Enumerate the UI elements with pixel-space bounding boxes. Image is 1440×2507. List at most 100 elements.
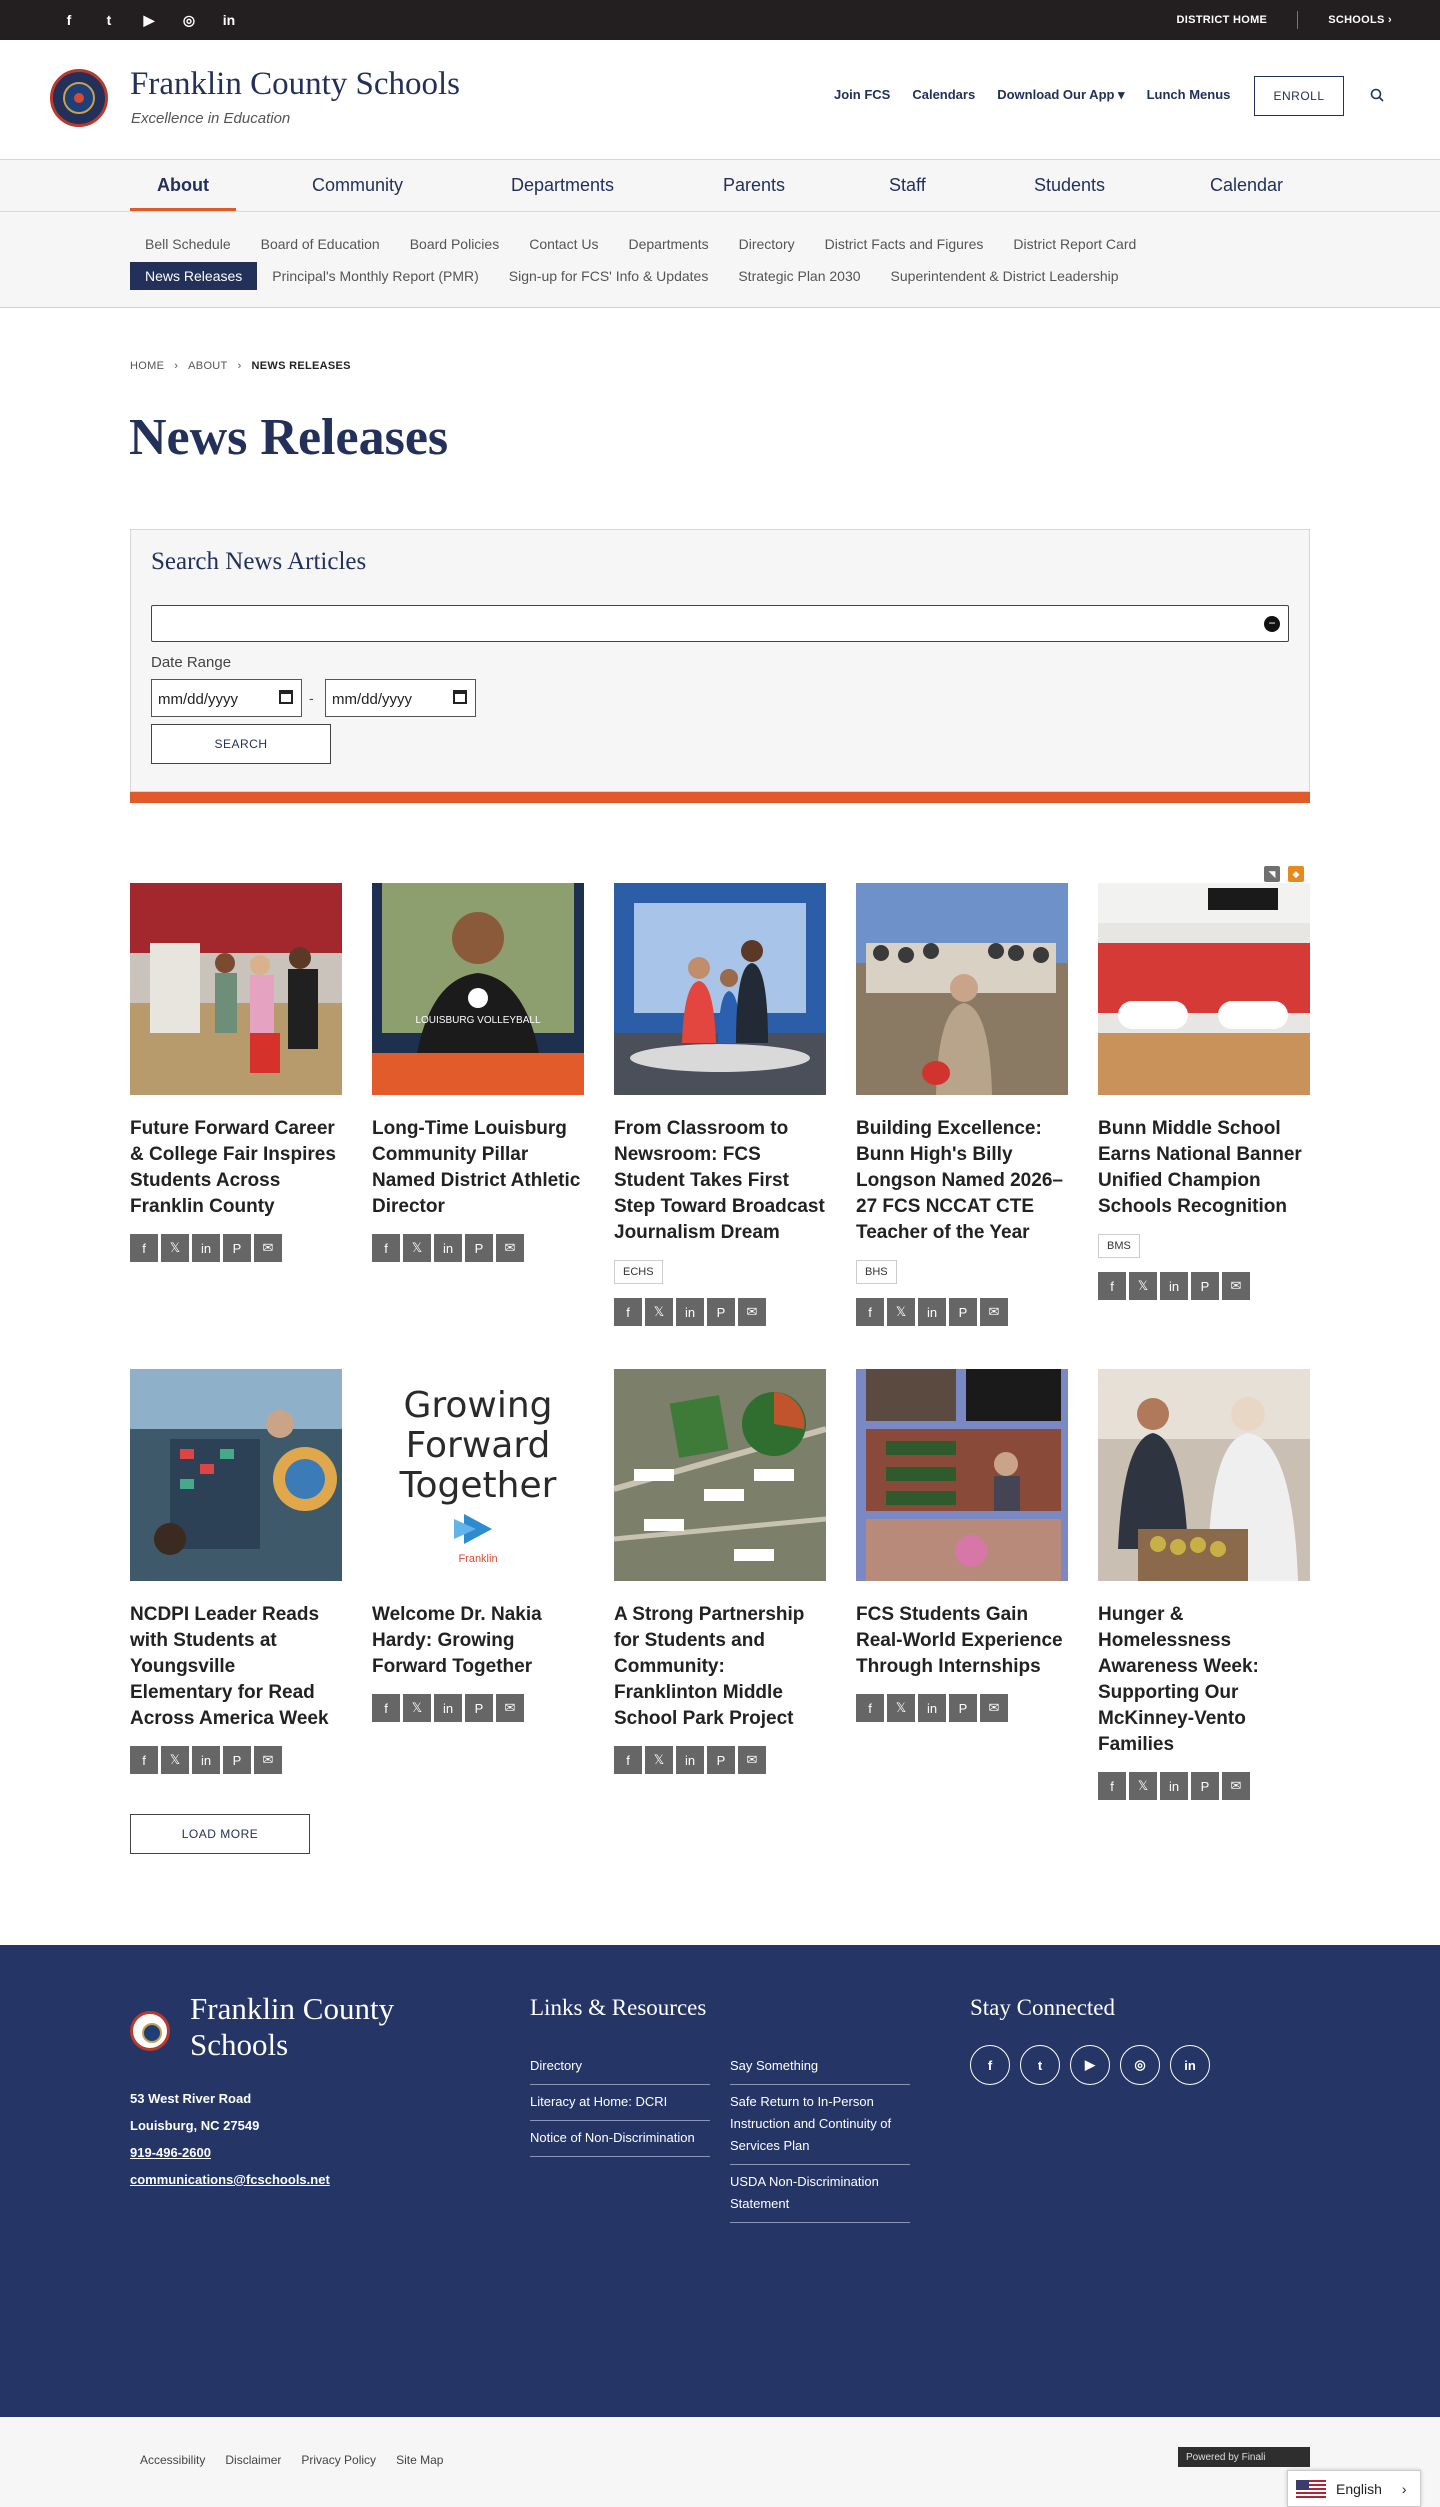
article-image[interactable] xyxy=(130,1369,342,1581)
article-image[interactable] xyxy=(856,883,1068,1095)
x-icon[interactable]: 𝕏 xyxy=(403,1694,431,1722)
school-tag[interactable]: ECHS xyxy=(614,1260,663,1284)
x-icon[interactable]: 𝕏 xyxy=(161,1746,189,1774)
nav-parents[interactable]: Parents xyxy=(723,160,785,210)
email-icon[interactable]: ✉ xyxy=(1222,1772,1250,1800)
nav-community[interactable]: Community xyxy=(312,160,403,210)
subnav-district-facts[interactable]: District Facts and Figures xyxy=(810,236,999,252)
email-icon[interactable]: ✉ xyxy=(496,1694,524,1722)
language-selector[interactable]: English › xyxy=(1287,2470,1421,2507)
linkedin-icon[interactable]: in xyxy=(434,1234,462,1262)
email-icon[interactable]: ✉ xyxy=(254,1746,282,1774)
nav-staff[interactable]: Staff xyxy=(889,160,926,210)
subnav-directory[interactable]: Directory xyxy=(724,236,810,252)
search-button[interactable]: SEARCH xyxy=(151,724,331,764)
x-icon[interactable]: 𝕏 xyxy=(887,1694,915,1722)
disclaimer-link[interactable]: Disclaimer xyxy=(225,2453,281,2467)
district-logo[interactable] xyxy=(50,69,108,127)
pinterest-icon[interactable]: P xyxy=(223,1746,251,1774)
subnav-superintendent[interactable]: Superintendent & District Leadership xyxy=(876,268,1134,284)
facebook-icon[interactable]: f xyxy=(614,1746,642,1774)
twitter-icon[interactable]: t xyxy=(1020,2045,1060,2085)
nav-students[interactable]: Students xyxy=(1034,160,1105,210)
article-card[interactable]: Bunn Middle School Earns National Banner… xyxy=(1098,883,1310,1300)
schools-dropdown[interactable]: SCHOOLS › xyxy=(1328,14,1392,26)
calendar-icon[interactable] xyxy=(453,690,467,704)
facebook-icon[interactable]: f xyxy=(372,1234,400,1262)
email-icon[interactable]: ✉ xyxy=(738,1298,766,1326)
enroll-button[interactable]: ENROLL xyxy=(1254,76,1344,116)
article-title[interactable]: A Strong Partnership for Students and Co… xyxy=(614,1602,826,1732)
subnav-district-report-card[interactable]: District Report Card xyxy=(998,236,1151,252)
subnav-signup-updates[interactable]: Sign-up for FCS' Info & Updates xyxy=(494,268,724,284)
x-icon[interactable]: 𝕏 xyxy=(161,1234,189,1262)
article-card[interactable]: A Strong Partnership for Students and Co… xyxy=(614,1369,826,1774)
subnav-bell-schedule[interactable]: Bell Schedule xyxy=(130,236,246,252)
article-card[interactable]: From Classroom to Newsroom: FCS Student … xyxy=(614,883,826,1326)
school-tag[interactable]: BMS xyxy=(1098,1234,1140,1258)
download-app-dropdown[interactable]: Download Our App ▾ xyxy=(997,87,1124,103)
pinterest-icon[interactable]: P xyxy=(707,1746,735,1774)
site-name[interactable]: Franklin County Schools xyxy=(130,66,460,103)
article-card[interactable]: Future Forward Career & College Fair Ins… xyxy=(130,883,342,1262)
rss-icon[interactable]: ◥ xyxy=(1264,866,1280,882)
article-image[interactable]: Growing Forward Together Franklin xyxy=(372,1369,584,1581)
facebook-icon[interactable]: f xyxy=(614,1298,642,1326)
linkedin-icon[interactable]: in xyxy=(676,1298,704,1326)
subnav-board-policies[interactable]: Board Policies xyxy=(395,236,515,252)
article-image[interactable] xyxy=(130,883,342,1095)
phone-link[interactable]: 919-496-2600 xyxy=(130,2139,330,2166)
article-title[interactable]: Building Excellence: Bunn High's Billy L… xyxy=(856,1116,1068,1246)
nav-about[interactable]: About xyxy=(157,160,209,210)
notification-bell-icon[interactable]: ◆ xyxy=(1288,866,1304,882)
calendars-link[interactable]: Calendars xyxy=(912,87,975,103)
article-image[interactable] xyxy=(1098,1369,1310,1581)
email-icon[interactable]: ✉ xyxy=(738,1746,766,1774)
article-image[interactable] xyxy=(1098,883,1310,1095)
facebook-icon[interactable]: f xyxy=(856,1694,884,1722)
article-card[interactable]: Growing Forward Together Franklin Welcom… xyxy=(372,1369,584,1722)
footer-link-non-discrimination[interactable]: Notice of Non-Discrimination xyxy=(530,2121,710,2157)
pinterest-icon[interactable]: P xyxy=(949,1694,977,1722)
article-title[interactable]: Future Forward Career & College Fair Ins… xyxy=(130,1116,342,1220)
facebook-icon[interactable]: f xyxy=(130,1746,158,1774)
privacy-policy-link[interactable]: Privacy Policy xyxy=(301,2453,376,2467)
article-title[interactable]: Hunger & Homelessness Awareness Week: Su… xyxy=(1098,1602,1310,1758)
site-map-link[interactable]: Site Map xyxy=(396,2453,443,2467)
subnav-board-of-education[interactable]: Board of Education xyxy=(246,236,395,252)
footer-link-directory[interactable]: Directory xyxy=(530,2049,710,2085)
instagram-icon[interactable]: ◎ xyxy=(180,12,198,29)
linkedin-icon[interactable]: in xyxy=(1160,1272,1188,1300)
article-card[interactable]: NCDPI Leader Reads with Students at Youn… xyxy=(130,1369,342,1774)
x-icon[interactable]: 𝕏 xyxy=(887,1298,915,1326)
article-title[interactable]: FCS Students Gain Real-World Experience … xyxy=(856,1602,1068,1680)
footer-link-usda[interactable]: USDA Non-Discrimination Statement xyxy=(730,2165,910,2223)
accessibility-link[interactable]: Accessibility xyxy=(140,2453,205,2467)
facebook-icon[interactable]: f xyxy=(970,2045,1010,2085)
article-title[interactable]: Welcome Dr. Nakia Hardy: Growing Forward… xyxy=(372,1602,584,1680)
facebook-icon[interactable]: f xyxy=(1098,1272,1126,1300)
x-icon[interactable]: 𝕏 xyxy=(1129,1772,1157,1800)
linkedin-icon[interactable]: in xyxy=(918,1298,946,1326)
twitter-icon[interactable]: t xyxy=(100,12,118,28)
subnav-contact-us[interactable]: Contact Us xyxy=(514,236,613,252)
nav-calendar[interactable]: Calendar xyxy=(1210,160,1283,210)
pinterest-icon[interactable]: P xyxy=(465,1694,493,1722)
load-more-button[interactable]: LOAD MORE xyxy=(130,1814,310,1854)
search-input[interactable]: − xyxy=(151,605,1289,642)
linkedin-icon[interactable]: in xyxy=(220,12,238,28)
linkedin-icon[interactable]: in xyxy=(1160,1772,1188,1800)
date-to-input[interactable]: mm/dd/yyyy xyxy=(325,679,476,717)
school-tag[interactable]: BHS xyxy=(856,1260,897,1284)
pinterest-icon[interactable]: P xyxy=(949,1298,977,1326)
footer-link-say-something[interactable]: Say Something xyxy=(730,2049,910,2085)
article-title[interactable]: Bunn Middle School Earns National Banner… xyxy=(1098,1116,1310,1220)
footer-logo[interactable] xyxy=(130,2011,170,2051)
x-icon[interactable]: 𝕏 xyxy=(645,1746,673,1774)
clear-icon[interactable]: − xyxy=(1264,616,1280,632)
email-icon[interactable]: ✉ xyxy=(496,1234,524,1262)
x-icon[interactable]: 𝕏 xyxy=(403,1234,431,1262)
email-icon[interactable]: ✉ xyxy=(980,1298,1008,1326)
pinterest-icon[interactable]: P xyxy=(1191,1772,1219,1800)
pinterest-icon[interactable]: P xyxy=(465,1234,493,1262)
